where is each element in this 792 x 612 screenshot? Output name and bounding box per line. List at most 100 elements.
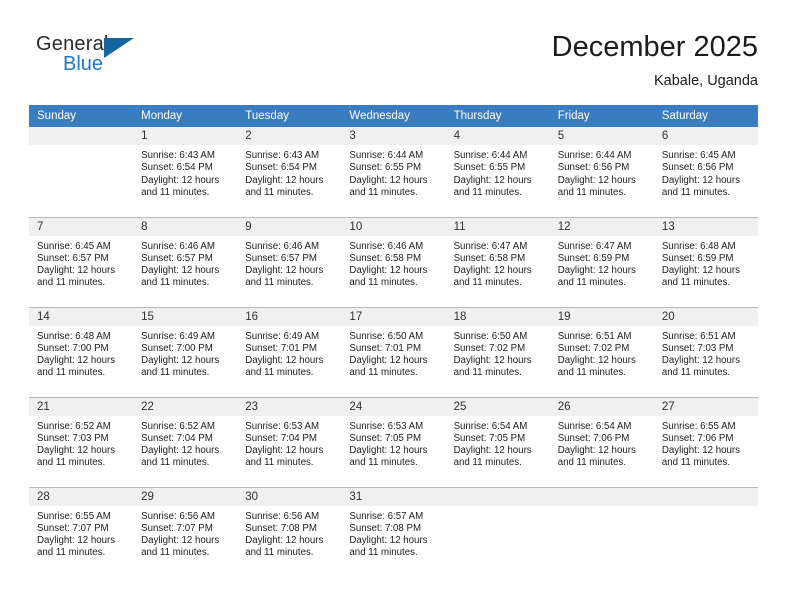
sunset-text: Sunset: 7:01 PM xyxy=(349,342,422,354)
day-cell[interactable]: 4 Sunrise: 6:44 AM Sunset: 6:55 PM Dayli… xyxy=(445,127,550,217)
day-cell[interactable]: 14 Sunrise: 6:48 AM Sunset: 7:00 PM Dayl… xyxy=(29,306,134,397)
daylight-text-line2: and 11 minutes. xyxy=(245,367,314,379)
day-cell[interactable]: 3 Sunrise: 6:44 AM Sunset: 6:55 PM Dayli… xyxy=(341,127,446,217)
sunrise-text: Sunrise: 6:47 AM xyxy=(453,240,528,252)
daylight-text-line1: Daylight: 12 hours xyxy=(141,355,220,367)
calendar-week-row: 7 Sunrise: 6:45 AM Sunset: 6:57 PM Dayli… xyxy=(29,216,758,307)
sunrise-text: Sunrise: 6:45 AM xyxy=(661,150,736,161)
day-cell[interactable]: 12 Sunrise: 6:47 AM Sunset: 6:59 PM Dayl… xyxy=(549,216,654,307)
day-cell[interactable]: 20 Sunrise: 6:51 AM Sunset: 7:03 PM Dayl… xyxy=(653,306,758,397)
daylight-text-line1: Daylight: 12 hours xyxy=(349,445,428,457)
daylight-text-line2: and 11 minutes. xyxy=(245,277,314,289)
day-cell[interactable]: 16 Sunrise: 6:49 AM Sunset: 7:01 PM Dayl… xyxy=(237,306,342,397)
sunrise-text: Sunrise: 6:50 AM xyxy=(453,330,528,342)
daylight-text-line2: and 11 minutes. xyxy=(557,367,626,379)
daylight-text-line2: and 11 minutes. xyxy=(141,547,210,559)
calendar-page: General Blue December 2025 Kabale, Ugand… xyxy=(0,0,792,612)
day-details: Sunrise: 6:43 AM Sunset: 6:54 PM Dayligh… xyxy=(237,145,341,199)
sunrise-text: Sunrise: 6:43 AM xyxy=(245,150,320,161)
daylight-text-line2: and 11 minutes. xyxy=(349,277,418,289)
day-cell[interactable]: 22 Sunrise: 6:52 AM Sunset: 7:04 PM Dayl… xyxy=(133,396,238,487)
day-number: 27 xyxy=(653,397,758,416)
day-cell[interactable]: 27 Sunrise: 6:55 AM Sunset: 7:06 PM Dayl… xyxy=(653,396,758,487)
day-details: Sunrise: 6:44 AM Sunset: 6:55 PM Dayligh… xyxy=(446,145,550,199)
day-cell[interactable]: 25 Sunrise: 6:54 AM Sunset: 7:05 PM Dayl… xyxy=(445,396,550,487)
day-number: 22 xyxy=(133,397,238,416)
day-cell[interactable]: 21 Sunrise: 6:52 AM Sunset: 7:03 PM Dayl… xyxy=(29,396,134,487)
daylight-text-line1: Daylight: 12 hours xyxy=(661,174,740,186)
day-cell[interactable]: 7 Sunrise: 6:45 AM Sunset: 6:57 PM Dayli… xyxy=(29,216,134,307)
sunrise-text: Sunrise: 6:51 AM xyxy=(557,330,632,342)
daylight-text-line2: and 11 minutes. xyxy=(349,457,418,469)
sunset-text: Sunset: 6:55 PM xyxy=(349,162,422,174)
day-cell[interactable]: 28 Sunrise: 6:55 AM Sunset: 7:07 PM Dayl… xyxy=(29,486,134,577)
page-subtitle-location: Kabale, Uganda xyxy=(654,73,758,89)
sunset-text: Sunset: 7:06 PM xyxy=(557,432,630,444)
daylight-text-line1: Daylight: 12 hours xyxy=(245,174,324,186)
day-number: 20 xyxy=(653,307,758,326)
daylight-text-line1: Daylight: 12 hours xyxy=(453,355,532,367)
day-number: 25 xyxy=(445,397,550,416)
day-cell[interactable]: 24 Sunrise: 6:53 AM Sunset: 7:05 PM Dayl… xyxy=(341,396,446,487)
day-number: 11 xyxy=(445,217,550,236)
day-cell[interactable]: 18 Sunrise: 6:50 AM Sunset: 7:02 PM Dayl… xyxy=(445,306,550,397)
day-cell[interactable]: 29 Sunrise: 6:56 AM Sunset: 7:07 PM Dayl… xyxy=(133,486,238,577)
day-cell[interactable]: 17 Sunrise: 6:50 AM Sunset: 7:01 PM Dayl… xyxy=(341,306,446,397)
day-details: Sunrise: 6:57 AM Sunset: 7:08 PM Dayligh… xyxy=(341,506,445,560)
day-details: Sunrise: 6:51 AM Sunset: 7:03 PM Dayligh… xyxy=(654,326,758,380)
day-cell[interactable]: 6 Sunrise: 6:45 AM Sunset: 6:56 PM Dayli… xyxy=(653,127,758,217)
day-details: Sunrise: 6:45 AM Sunset: 6:56 PM Dayligh… xyxy=(654,145,758,199)
day-details: Sunrise: 6:52 AM Sunset: 7:03 PM Dayligh… xyxy=(29,416,133,470)
day-cell[interactable]: 23 Sunrise: 6:53 AM Sunset: 7:04 PM Dayl… xyxy=(237,396,342,487)
sunset-text: Sunset: 6:58 PM xyxy=(453,252,526,264)
day-cell xyxy=(445,486,550,577)
day-number: 15 xyxy=(133,307,238,326)
day-cell[interactable]: 8 Sunrise: 6:46 AM Sunset: 6:57 PM Dayli… xyxy=(133,216,238,307)
sunrise-text: Sunrise: 6:55 AM xyxy=(37,510,111,522)
day-cell[interactable]: 19 Sunrise: 6:51 AM Sunset: 7:02 PM Dayl… xyxy=(549,306,654,397)
sunset-text: Sunset: 6:57 PM xyxy=(37,252,109,264)
day-cell[interactable]: 2 Sunrise: 6:43 AM Sunset: 6:54 PM Dayli… xyxy=(237,127,342,217)
day-cell[interactable]: 10 Sunrise: 6:46 AM Sunset: 6:58 PM Dayl… xyxy=(341,216,446,307)
daylight-text-line2: and 11 minutes. xyxy=(37,547,106,559)
day-details: Sunrise: 6:44 AM Sunset: 6:56 PM Dayligh… xyxy=(550,145,654,199)
daylight-text-line2: and 11 minutes. xyxy=(661,367,731,379)
sunrise-text: Sunrise: 6:51 AM xyxy=(661,330,736,342)
day-cell[interactable]: 13 Sunrise: 6:48 AM Sunset: 6:59 PM Dayl… xyxy=(653,216,758,307)
day-details: Sunrise: 6:56 AM Sunset: 7:07 PM Dayligh… xyxy=(133,506,237,560)
day-cell[interactable]: 31 Sunrise: 6:57 AM Sunset: 7:08 PM Dayl… xyxy=(341,486,446,577)
day-cell[interactable]: 26 Sunrise: 6:54 AM Sunset: 7:06 PM Dayl… xyxy=(549,396,654,487)
sunset-text: Sunset: 6:57 PM xyxy=(141,252,213,264)
day-number xyxy=(549,487,654,506)
daylight-text-line1: Daylight: 12 hours xyxy=(141,445,220,457)
day-cell[interactable]: 9 Sunrise: 6:46 AM Sunset: 6:57 PM Dayli… xyxy=(237,216,342,307)
daylight-text-line1: Daylight: 12 hours xyxy=(453,445,532,457)
day-cell[interactable]: 5 Sunrise: 6:44 AM Sunset: 6:56 PM Dayli… xyxy=(549,127,654,217)
day-details: Sunrise: 6:52 AM Sunset: 7:04 PM Dayligh… xyxy=(133,416,237,470)
day-cell[interactable]: 30 Sunrise: 6:56 AM Sunset: 7:08 PM Dayl… xyxy=(237,486,342,577)
day-details: Sunrise: 6:43 AM Sunset: 6:54 PM Dayligh… xyxy=(133,145,237,199)
day-cell[interactable]: 15 Sunrise: 6:49 AM Sunset: 7:00 PM Dayl… xyxy=(133,306,238,397)
sunset-text: Sunset: 6:55 PM xyxy=(453,162,526,174)
sunrise-text: Sunrise: 6:48 AM xyxy=(37,330,111,342)
day-cell[interactable]: 1 Sunrise: 6:43 AM Sunset: 6:54 PM Dayli… xyxy=(133,127,238,217)
day-number: 19 xyxy=(549,307,654,326)
sunset-text: Sunset: 6:56 PM xyxy=(557,162,630,174)
generalblue-logo[interactable]: General Blue xyxy=(36,33,156,83)
daylight-text-line1: Daylight: 12 hours xyxy=(245,355,324,367)
sunrise-text: Sunrise: 6:52 AM xyxy=(141,420,215,432)
weekday-header-saturday: Saturday xyxy=(653,105,758,127)
day-number: 23 xyxy=(237,397,342,416)
sunset-text: Sunset: 7:00 PM xyxy=(141,342,213,354)
day-cell[interactable]: 11 Sunrise: 6:47 AM Sunset: 6:58 PM Dayl… xyxy=(445,216,550,307)
day-number: 29 xyxy=(133,487,238,506)
day-details: Sunrise: 6:49 AM Sunset: 7:00 PM Dayligh… xyxy=(133,326,237,380)
sunset-text: Sunset: 6:59 PM xyxy=(557,252,630,264)
sunset-text: Sunset: 7:02 PM xyxy=(453,342,526,354)
day-details: Sunrise: 6:49 AM Sunset: 7:01 PM Dayligh… xyxy=(237,326,341,380)
daylight-text-line2: and 11 minutes. xyxy=(141,186,210,198)
day-details: Sunrise: 6:55 AM Sunset: 7:07 PM Dayligh… xyxy=(29,506,133,560)
sunrise-text: Sunrise: 6:53 AM xyxy=(349,420,424,432)
day-number: 4 xyxy=(445,127,550,145)
sunrise-text: Sunrise: 6:46 AM xyxy=(245,240,320,252)
